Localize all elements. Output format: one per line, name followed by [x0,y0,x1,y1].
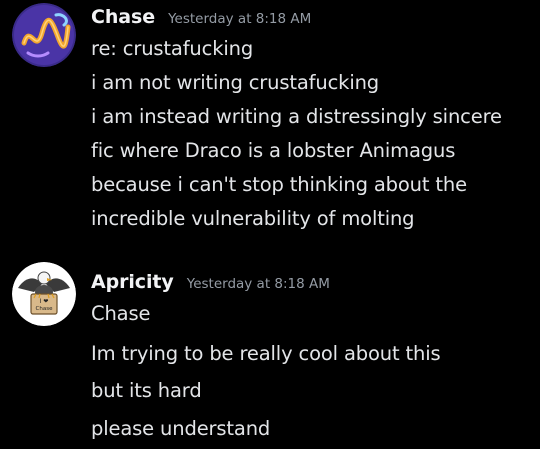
message-line: i am not writing crustafucking [91,71,380,94]
timestamp[interactable]: Yesterday at 8:18 AM [187,276,330,292]
message-line: re: crustafucking [91,37,254,60]
timestamp[interactable]: Yesterday at 8:18 AM [168,11,311,27]
message-line: but its hard [91,379,202,402]
username[interactable]: Chase [91,6,155,28]
username[interactable]: Apricity [91,271,174,293]
message-line: incredible vulnerability of molting [91,207,415,230]
message-header: Chase Yesterday at 8:18 AM [91,6,311,28]
eagle-sign-avatar-icon: I ❤ Chase [12,262,76,326]
message-line: Chase [91,302,151,325]
user-avatar-chase[interactable] [12,3,76,67]
message-line: i am instead writing a distressingly sin… [91,105,502,128]
sign-text-line1: I ❤ [40,298,49,305]
message-apricity: I ❤ Chase Apricity Yesterday at 8:18 AM … [0,260,540,449]
message-line: fic where Draco is a lobster Animagus [91,139,456,162]
message-chase: Chase Yesterday at 8:18 AM re: crustafuc… [0,0,540,240]
message-header: Apricity Yesterday at 8:18 AM [91,271,330,293]
message-line: Im trying to be really cool about this [91,342,441,365]
sign-text-line2: Chase [36,306,54,312]
message-line: because i can't stop thinking about the [91,173,467,196]
user-avatar-apricity[interactable]: I ❤ Chase [12,262,76,326]
purple-squiggle-avatar-icon [12,3,76,67]
message-line: please understand [91,417,271,440]
